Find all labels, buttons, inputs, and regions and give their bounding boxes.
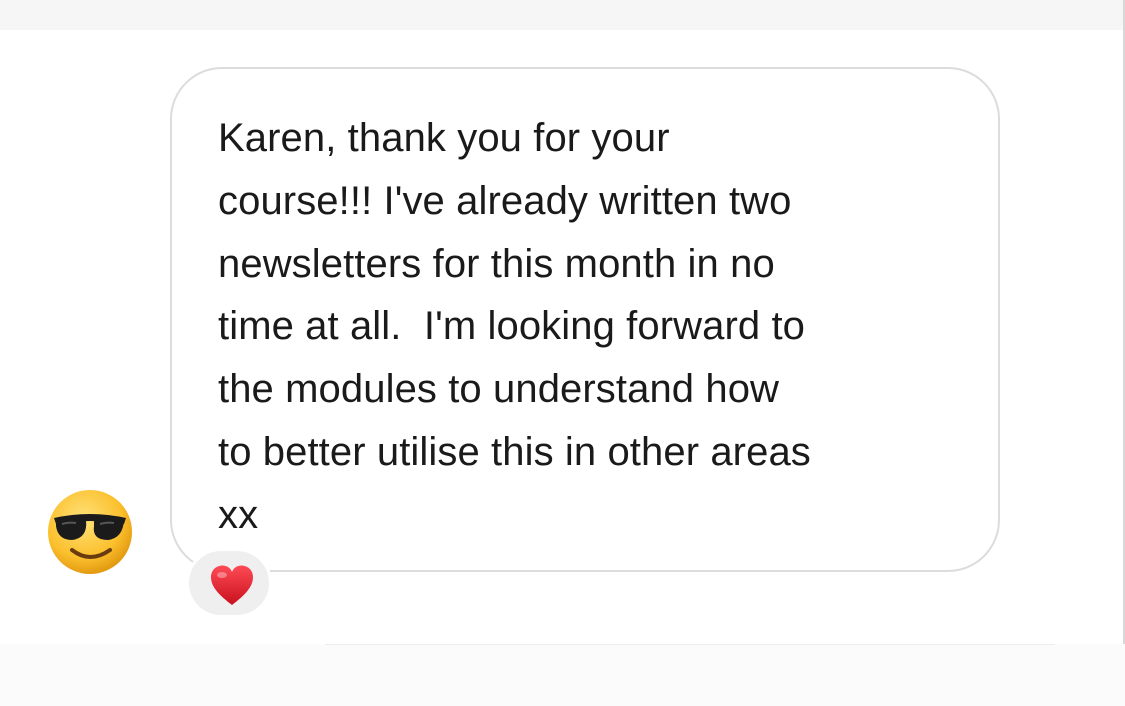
smiling-face-with-sunglasses-icon[interactable] bbox=[46, 488, 134, 576]
divider bbox=[325, 644, 1055, 645]
message-text: Karen, thank you for your course!!! I've… bbox=[218, 116, 811, 537]
top-bar bbox=[0, 0, 1125, 30]
reaction-badge[interactable] bbox=[186, 548, 272, 618]
message-bubble[interactable]: Karen, thank you for your course!!! I've… bbox=[170, 67, 1000, 572]
bottom-bar bbox=[0, 644, 1125, 706]
red-heart-icon bbox=[211, 565, 253, 605]
